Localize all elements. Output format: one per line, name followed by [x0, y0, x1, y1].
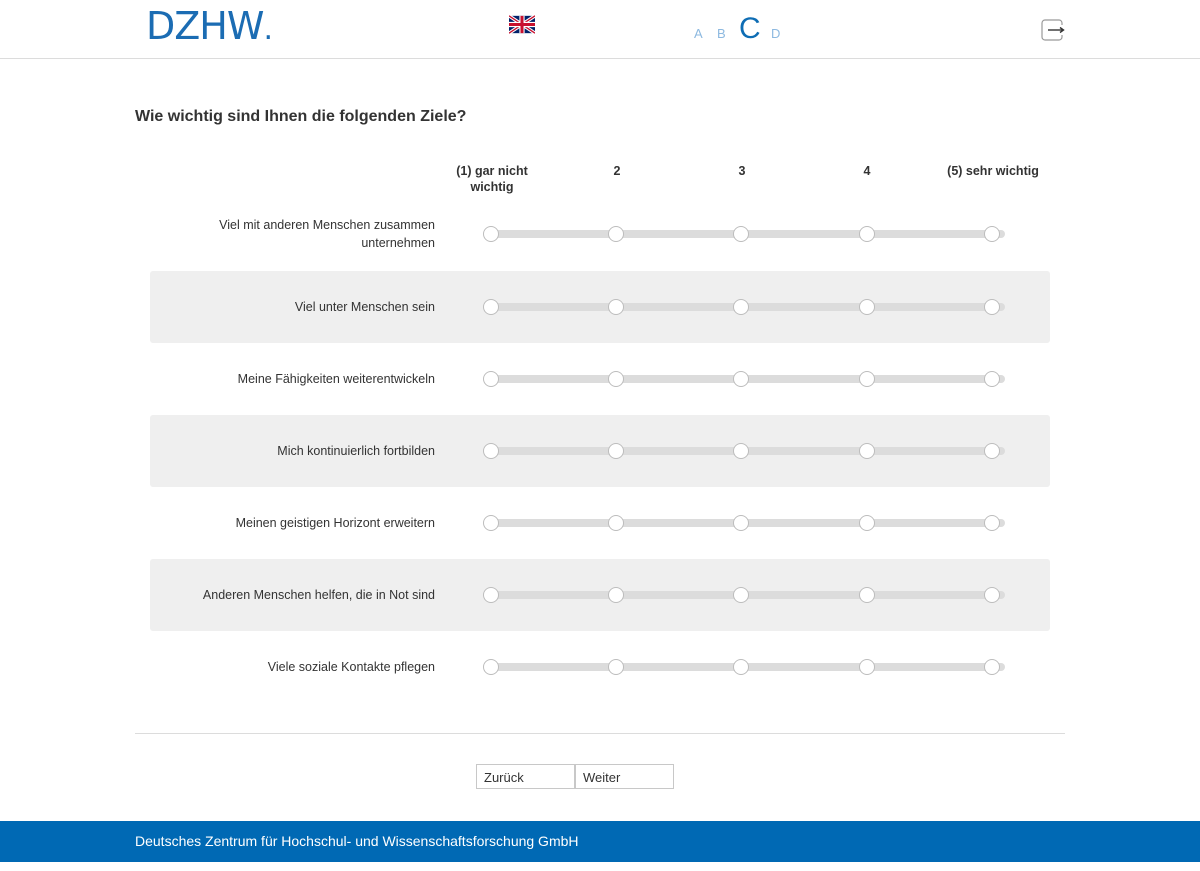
logout-icon[interactable] — [1041, 19, 1065, 41]
next-button[interactable]: Weiter — [575, 764, 674, 789]
scale-radio-1[interactable] — [483, 371, 499, 387]
scale-radio-1[interactable] — [483, 515, 499, 531]
matrix-row-label: Anderen Menschen helfen, die in Not sind — [202, 588, 435, 602]
matrix-row-label: Viele soziale Kontakte pflegen — [267, 660, 435, 674]
question-title: Wie wichtig sind Ihnen die folgenden Zie… — [135, 108, 467, 125]
matrix-row-label: Mich kontinuierlich fortbilden — [277, 444, 435, 458]
scale-radio-2[interactable] — [608, 443, 624, 459]
scale-radio-4[interactable] — [859, 371, 875, 387]
scale-radio-1[interactable] — [483, 587, 499, 603]
footer: Deutsches Zentrum für Hochschul- und Wis… — [0, 821, 1200, 862]
scale-radio-3[interactable] — [733, 226, 749, 242]
matrix-row: Viel unter Menschen sein — [150, 271, 1050, 343]
matrix-row: Mich kontinuierlich fortbilden — [150, 415, 1050, 487]
scale-radio-4[interactable] — [859, 443, 875, 459]
scale-radio-4[interactable] — [859, 299, 875, 315]
divider — [135, 733, 1065, 734]
scale-radio-3[interactable] — [733, 371, 749, 387]
scale-radio-4[interactable] — [859, 587, 875, 603]
scale-radio-5[interactable] — [984, 659, 1000, 675]
matrix-row: Meine Fähigkeiten weiterentwickeln — [150, 343, 1050, 415]
scale-radio-5[interactable] — [984, 515, 1000, 531]
scale-radio-3[interactable] — [733, 659, 749, 675]
scale-radio-3[interactable] — [733, 299, 749, 315]
font-size-d[interactable]: D — [771, 26, 780, 41]
scale-radio-4[interactable] — [859, 659, 875, 675]
scale-radio-1[interactable] — [483, 443, 499, 459]
scale-radio-2[interactable] — [608, 659, 624, 675]
matrix-row-label: Viel mit anderen Menschen zusammen unter… — [219, 218, 435, 250]
scale-label-5: (5) sehr wichtig — [947, 164, 1039, 178]
scale-radio-2[interactable] — [608, 299, 624, 315]
scale-label-3: 3 — [738, 164, 746, 178]
scale-radio-3[interactable] — [733, 515, 749, 531]
scale-radio-2[interactable] — [608, 226, 624, 242]
scale-radio-1[interactable] — [483, 659, 499, 675]
matrix-row: Meinen geistigen Horizont erweitern — [150, 487, 1050, 559]
scale-radio-3[interactable] — [733, 443, 749, 459]
scale-radio-1[interactable] — [483, 299, 499, 315]
scale-radio-5[interactable] — [984, 226, 1000, 242]
scale-radio-2[interactable] — [608, 515, 624, 531]
matrix-row: Viel mit anderen Menschen zusammen unter… — [150, 198, 1050, 270]
scale-label-4: 4 — [863, 164, 871, 178]
scale-radio-1[interactable] — [483, 226, 499, 242]
scale-label-2: 2 — [613, 164, 621, 178]
font-size-a[interactable]: A — [694, 26, 703, 41]
font-size-b[interactable]: B — [717, 26, 726, 41]
scale-radio-5[interactable] — [984, 587, 1000, 603]
scale-radio-4[interactable] — [859, 515, 875, 531]
scale-radio-2[interactable] — [608, 587, 624, 603]
scale-radio-5[interactable] — [984, 443, 1000, 459]
scale-radio-5[interactable] — [984, 371, 1000, 387]
matrix-row-label: Meinen geistigen Horizont erweitern — [235, 516, 435, 530]
scale-label-1: (1) gar nicht wichtig — [456, 164, 528, 194]
font-size-c[interactable]: C — [739, 12, 761, 46]
scale-radio-3[interactable] — [733, 587, 749, 603]
back-button[interactable]: Zurück — [476, 764, 575, 789]
header: DZHW. A B C D — [0, 0, 1200, 59]
matrix-row-label: Viel unter Menschen sein — [294, 300, 435, 314]
uk-flag-icon[interactable] — [509, 15, 535, 34]
footer-text: Deutsches Zentrum für Hochschul- und Wis… — [135, 833, 579, 849]
scale-radio-5[interactable] — [984, 299, 1000, 315]
scale-radio-2[interactable] — [608, 371, 624, 387]
scale-radio-4[interactable] — [859, 226, 875, 242]
matrix-row: Viele soziale Kontakte pflegen — [150, 631, 1050, 703]
matrix-row: Anderen Menschen helfen, die in Not sind — [150, 559, 1050, 631]
matrix-row-label: Meine Fähigkeiten weiterentwickeln — [237, 372, 435, 386]
dzhw-logo[interactable]: DZHW. — [146, 6, 273, 47]
